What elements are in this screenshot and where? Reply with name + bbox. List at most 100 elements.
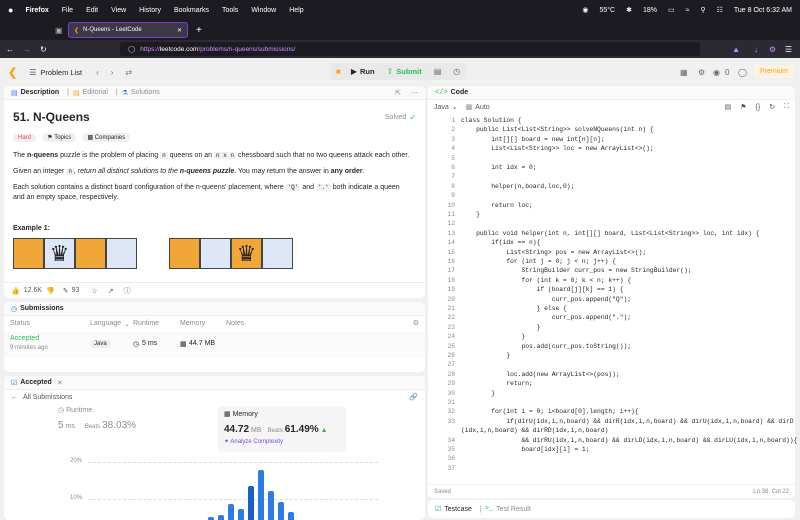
controls-icon[interactable]: ◉ <box>582 6 588 14</box>
submit-button[interactable]: Submit <box>396 67 421 76</box>
chart-bar[interactable] <box>218 514 224 520</box>
runtime-unit: ms <box>65 423 75 430</box>
bluetooth-icon[interactable]: ✱ <box>626 6 632 14</box>
wifi-icon[interactable]: ≈ <box>686 7 690 14</box>
more-icon[interactable]: ⋯ <box>411 89 418 97</box>
description-panel: ▤ Description | ▤ Editorial | ⚗ Solution… <box>4 86 425 298</box>
settings-icon[interactable]: ⚙ <box>413 319 419 327</box>
url-field[interactable]: ◯ https://leetcode.com/problems/n-queens… <box>120 42 700 56</box>
menu-help[interactable]: Help <box>289 7 303 14</box>
col-status[interactable]: Status <box>10 320 30 327</box>
menu-history[interactable]: History <box>139 7 161 14</box>
auto-mode[interactable]: Auto <box>475 104 489 111</box>
inline-code: '.' <box>315 184 331 191</box>
premium-button[interactable]: Premium <box>754 65 795 78</box>
menu-edit[interactable]: Edit <box>86 7 98 14</box>
control-center-icon[interactable]: ☷ <box>717 6 723 14</box>
submissions-title[interactable]: Submissions <box>20 305 64 312</box>
difficulty-badge[interactable]: Hard <box>13 134 37 142</box>
language-select[interactable]: Java <box>434 104 449 111</box>
chevron-down-icon[interactable]: ⌄ <box>452 103 458 111</box>
timer-icon[interactable]: ◷ <box>453 67 460 76</box>
close-tab-icon[interactable]: ✕ <box>177 27 182 34</box>
streak-icon[interactable]: ◉ <box>713 68 720 77</box>
settings-icon[interactable]: ⚙ <box>698 68 705 77</box>
row-status[interactable]: Accepted <box>10 335 39 342</box>
table-row[interactable]: Accepted 9 minutes ago Java ◷ 5 ms ▦ 44.… <box>4 332 425 358</box>
reload-icon[interactable]: ↻ <box>40 45 47 54</box>
new-tab-icon[interactable]: + <box>196 25 202 36</box>
search-icon[interactable]: ⚲ <box>700 6 705 14</box>
problem-list-link[interactable]: Problem List <box>40 68 82 77</box>
menu-icon[interactable]: ☰ <box>785 45 792 54</box>
comment-count: 93 <box>71 287 80 294</box>
inline-code: n x n <box>214 152 237 159</box>
board-square <box>200 238 231 269</box>
chart-bar[interactable] <box>228 504 234 520</box>
pocket-icon[interactable]: ▲ <box>732 45 740 54</box>
menu-view[interactable]: View <box>111 7 126 14</box>
line-number: 10 <box>447 201 455 209</box>
comment-icon[interactable]: ✎ <box>63 287 69 295</box>
close-icon[interactable]: ✕ <box>57 379 63 387</box>
menu-file[interactable]: File <box>62 7 73 14</box>
tab-list-icon[interactable]: ▣ <box>55 26 63 35</box>
help-icon[interactable]: ⓘ <box>124 286 131 296</box>
debug-icon[interactable]: ■ <box>336 67 341 76</box>
format-icon[interactable]: {} <box>756 104 761 111</box>
memory-card[interactable]: ▦ Memory 44.72 MB Beats 61.49% ▲ ✦ Analy… <box>218 406 346 452</box>
bookmark-icon[interactable]: ⚑ <box>740 103 746 111</box>
tab-n-queens[interactable]: ❮ N-Queens - LeetCode ✕ <box>68 22 188 38</box>
chart-bar[interactable] <box>268 491 274 520</box>
apple-menu-icon[interactable]: ● <box>8 5 13 15</box>
star-icon[interactable]: ☆ <box>91 287 97 295</box>
menu-bookmarks[interactable]: Bookmarks <box>174 7 209 14</box>
chart-bar[interactable] <box>288 512 294 520</box>
back-icon[interactable]: ← <box>6 45 14 54</box>
analyze-complexity-link[interactable]: ✦ Analyze Complexity <box>224 438 340 445</box>
topics-tag[interactable]: ⚑ Topics <box>42 133 77 142</box>
battery-icon[interactable]: ▭ <box>668 6 675 14</box>
download-icon[interactable]: ↓ <box>754 45 758 54</box>
menu-tools[interactable]: Tools <box>222 7 238 14</box>
all-submissions-link[interactable]: ← All Submissions 🔗 <box>4 390 425 404</box>
next-problem-icon[interactable]: › <box>111 68 114 77</box>
text: The <box>13 152 28 159</box>
tab-description[interactable]: Description <box>21 89 60 96</box>
forward-icon[interactable]: → <box>23 45 31 54</box>
code-editor[interactable]: 1 class Solution {2 public List<List<Stri… <box>428 113 797 475</box>
tab-testcase[interactable]: Testcase <box>444 506 472 513</box>
accepted-title[interactable]: Accepted <box>20 379 52 386</box>
chart-bar[interactable] <box>278 501 284 520</box>
chart-bar[interactable] <box>258 470 264 520</box>
reset-icon[interactable]: ↻ <box>769 103 775 111</box>
companies-tag[interactable]: ▩ Companies <box>82 133 131 142</box>
menu-firefox[interactable]: Firefox <box>25 7 48 14</box>
menu-window[interactable]: Window <box>251 7 276 14</box>
like-icon[interactable]: 👍 <box>11 287 20 295</box>
runtime-card[interactable]: ◷ Runtime 5 ms Beats 38.03% <box>58 406 218 446</box>
tab-test-result[interactable]: Test Result <box>496 506 531 513</box>
avatar[interactable]: ◯ <box>738 68 747 77</box>
extensions-icon[interactable]: ⚙ <box>769 45 776 54</box>
prev-problem-icon[interactable]: ‹ <box>96 68 99 77</box>
notes-icon[interactable]: ▤ <box>434 67 442 76</box>
list-icon[interactable]: ☰ <box>29 68 36 77</box>
maximize-icon[interactable]: ⇱ <box>395 89 401 97</box>
col-language[interactable]: Language <box>90 320 121 327</box>
leetcode-logo-icon[interactable]: ❮ <box>8 66 17 79</box>
chart-bar[interactable] <box>248 485 254 520</box>
tab-solutions[interactable]: Solutions <box>131 89 160 96</box>
layout-icon[interactable]: ▦ <box>680 68 688 77</box>
notes-icon[interactable]: ▤ <box>725 103 732 111</box>
fullscreen-icon[interactable]: ⛶ <box>784 103 789 111</box>
tab-editorial[interactable]: Editorial <box>83 89 108 96</box>
chart-bar[interactable] <box>238 509 244 520</box>
shuffle-icon[interactable]: ⇄ <box>125 68 132 77</box>
share-icon[interactable]: ↗ <box>108 287 114 295</box>
run-button[interactable]: Run <box>360 67 375 76</box>
chevron-down-icon[interactable]: ⌄ <box>124 320 130 328</box>
clock[interactable]: Tue 8 Oct 6:32 AM <box>734 7 792 14</box>
share-link-icon[interactable]: 🔗 <box>409 393 418 401</box>
dislike-icon[interactable]: 👎 <box>46 287 55 295</box>
